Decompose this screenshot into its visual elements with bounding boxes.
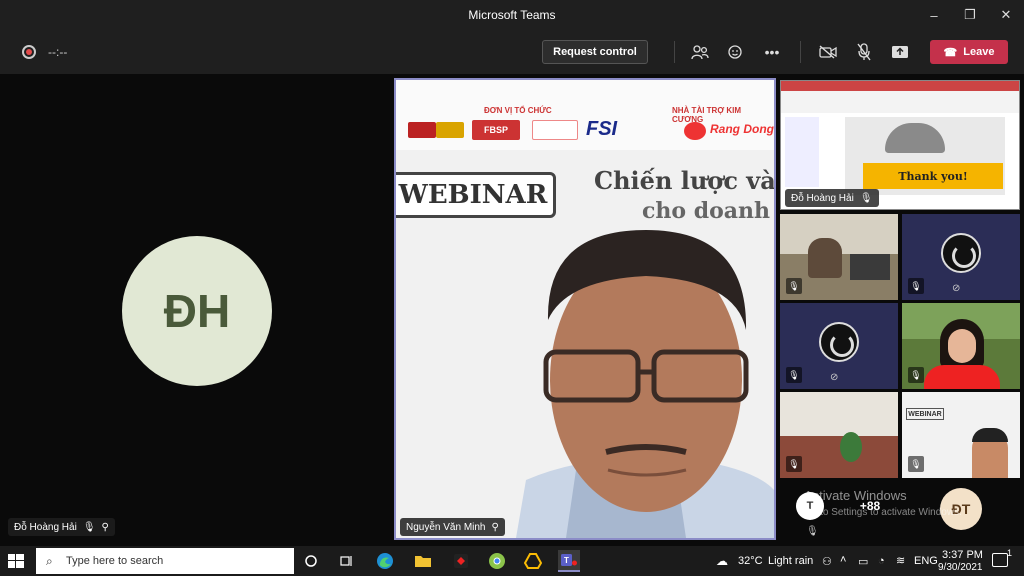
google-drive-icon[interactable] (522, 550, 544, 572)
mic-off-icon: 🎙︎ (82, 521, 96, 533)
call-stage: ĐH Đỗ Hoàng Hải 🎙︎ ⚲ ĐƠN VỊ TỔ CHỨC NHÀ … (0, 74, 1024, 546)
pin-icon: ⚲ (491, 521, 499, 533)
people-icon[interactable]: ⚇ (822, 555, 832, 568)
person-hair (972, 428, 1008, 442)
leave-label: Leave (963, 46, 995, 58)
mic-off-icon: 🎙︎ (786, 367, 802, 383)
mic-off-icon: 🎙︎ (908, 367, 924, 383)
taskbar: ⌕ Type here to search T ☁ 32°C Light rai… (0, 546, 1024, 576)
laptop (850, 254, 890, 280)
recording-icon (22, 45, 36, 59)
person-figure (808, 238, 842, 278)
notification-icon[interactable]: 1 (992, 548, 1012, 567)
teams-icon[interactable]: T (558, 550, 580, 572)
pin-icon: ⚲ (101, 521, 109, 533)
participant-tile[interactable]: 🎙︎ ⊘ (780, 303, 898, 389)
plant (840, 432, 862, 462)
search-icon: ⌕ (46, 554, 53, 568)
hang-up-icon: ☎ (943, 46, 958, 59)
main-video-tile[interactable]: ĐƠN VỊ TỔ CHỨC NHÀ TÀI TRỢ KIM CƯƠNG FBS… (394, 78, 776, 540)
network-icon[interactable]: ◔ (878, 555, 885, 567)
mic-off-icon[interactable] (854, 42, 874, 62)
slide-thank-you: Thank you! (863, 163, 1003, 189)
mic-off-icon: 🎙︎ (859, 192, 873, 204)
shared-screen-tile[interactable]: Thank you! Đỗ Hoàng Hải 🎙︎ (780, 80, 1020, 210)
participant-name: Đỗ Hoàng Hải (791, 192, 854, 204)
window-title: Microsoft Teams (468, 8, 556, 22)
windows-start-icon[interactable] (8, 554, 24, 568)
minimize-button[interactable]: – (916, 0, 952, 30)
taskbar-search-input[interactable]: ⌕ Type here to search (36, 548, 294, 574)
participant-tile[interactable]: 🎙︎ (902, 303, 1020, 389)
weather-temp[interactable]: 32°C (738, 555, 763, 567)
person-shirt (924, 365, 1000, 389)
mic-off-icon: 🎙︎ (786, 456, 802, 472)
participant-name: Đỗ Hoàng Hải (14, 521, 77, 533)
participant-tile[interactable]: 🎙︎ ⊘ (902, 214, 1020, 300)
ppt-slide: Thank you! (845, 117, 1005, 195)
ppt-titlebar (781, 81, 1019, 91)
weather-icon[interactable]: ☁ (716, 554, 728, 568)
obs-logo-icon (941, 233, 981, 273)
participant-name-tag: Đỗ Hoàng Hải 🎙︎ (785, 189, 879, 207)
participant-name-tag: Đỗ Hoàng Hải 🎙︎ ⚲ (8, 518, 115, 536)
mic-off-icon: 🎙︎ (806, 526, 819, 537)
participant-tile[interactable]: WEBINAR 🎙︎ (902, 392, 1020, 478)
task-view-icon[interactable] (336, 550, 358, 572)
battery-icon[interactable]: ▭ (858, 555, 868, 568)
clock-time[interactable]: 3:37 PM (942, 549, 983, 561)
maximize-button[interactable]: ❐ (952, 0, 988, 30)
mic-off-icon: 🎙︎ (908, 278, 924, 294)
file-explorer-icon[interactable] (412, 550, 434, 572)
participants-icon[interactable] (690, 42, 710, 62)
more-actions-icon[interactable]: ••• (762, 42, 782, 62)
mic-off-icon: 🎙︎ (908, 456, 924, 472)
weather-desc[interactable]: Light rain (768, 555, 813, 567)
share-screen-icon[interactable] (890, 42, 910, 62)
camera-off-icon: ⊘ (830, 372, 839, 383)
edge-icon[interactable] (374, 550, 396, 572)
language-indicator[interactable]: ENG (914, 555, 938, 567)
reactions-icon[interactable] (726, 42, 746, 62)
clock-date[interactable]: 9/30/2021 (938, 562, 983, 573)
ppt-slide-panel (785, 117, 819, 187)
webinar-mini-label: WEBINAR (906, 408, 944, 420)
request-control-button[interactable]: Request control (542, 40, 648, 64)
participant-tile[interactable]: 🎙︎ (780, 392, 898, 478)
participant-name-tag: Nguyễn Văn Minh ⚲ (400, 518, 505, 536)
chevron-up-icon[interactable]: ˄ (840, 554, 846, 566)
divider (674, 41, 675, 63)
divider (800, 41, 801, 63)
chrome-icon[interactable] (486, 550, 508, 572)
svg-text:T: T (564, 556, 569, 565)
camera-off-icon: ⊘ (952, 283, 961, 294)
window-titlebar: Microsoft Teams – ❐ ✕ (0, 0, 1024, 30)
participant-name: Nguyễn Văn Minh (406, 521, 486, 533)
call-control-bar: --:-- Request control ••• ☎ Leave (0, 30, 1024, 74)
person-face (948, 329, 976, 363)
close-button[interactable]: ✕ (988, 0, 1024, 30)
search-placeholder: Type here to search (66, 555, 164, 567)
camera-off-icon[interactable] (818, 42, 838, 62)
participant-tile[interactable]: 🎙︎ (780, 214, 898, 300)
ppt-ribbon (781, 91, 1019, 113)
speaker-video (516, 230, 774, 538)
hand-image (885, 123, 945, 153)
activate-windows-subtitle: Go to Settings to activate Windows. (804, 507, 962, 518)
activate-windows-title: Activate Windows (804, 488, 907, 503)
window-controls: – ❐ ✕ (916, 0, 1024, 30)
cortana-icon[interactable] (300, 550, 322, 572)
app-icon[interactable] (450, 550, 472, 572)
mic-off-icon: 🎙︎ (786, 278, 802, 294)
notification-count: 1 (1006, 548, 1012, 558)
avatar[interactable]: ĐH (122, 236, 272, 386)
leave-button[interactable]: ☎ Leave (930, 40, 1008, 64)
obs-logo-icon (819, 322, 859, 362)
call-timer: --:-- (48, 45, 68, 59)
